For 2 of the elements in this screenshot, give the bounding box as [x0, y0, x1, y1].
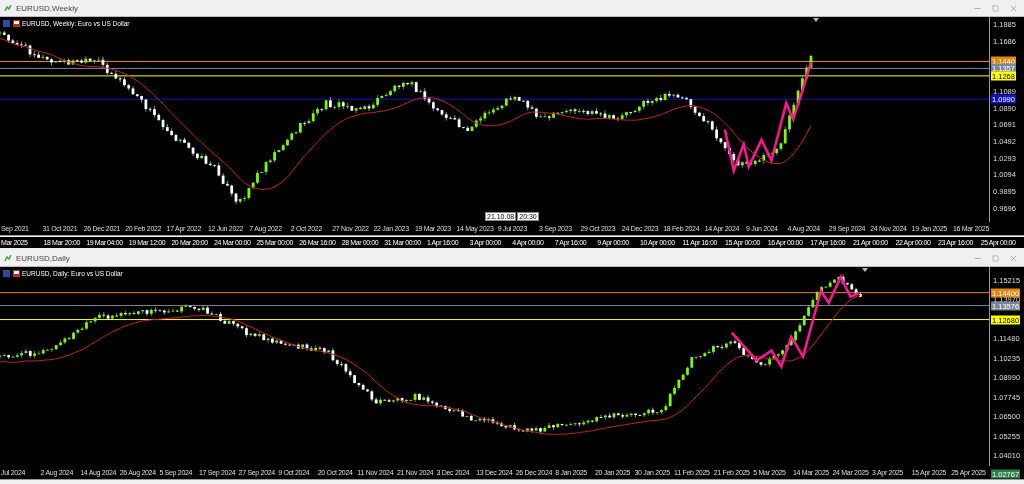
window-title: EURUSD,Daily [16, 253, 71, 263]
window-title: EURUSD,Weekly [16, 3, 80, 13]
